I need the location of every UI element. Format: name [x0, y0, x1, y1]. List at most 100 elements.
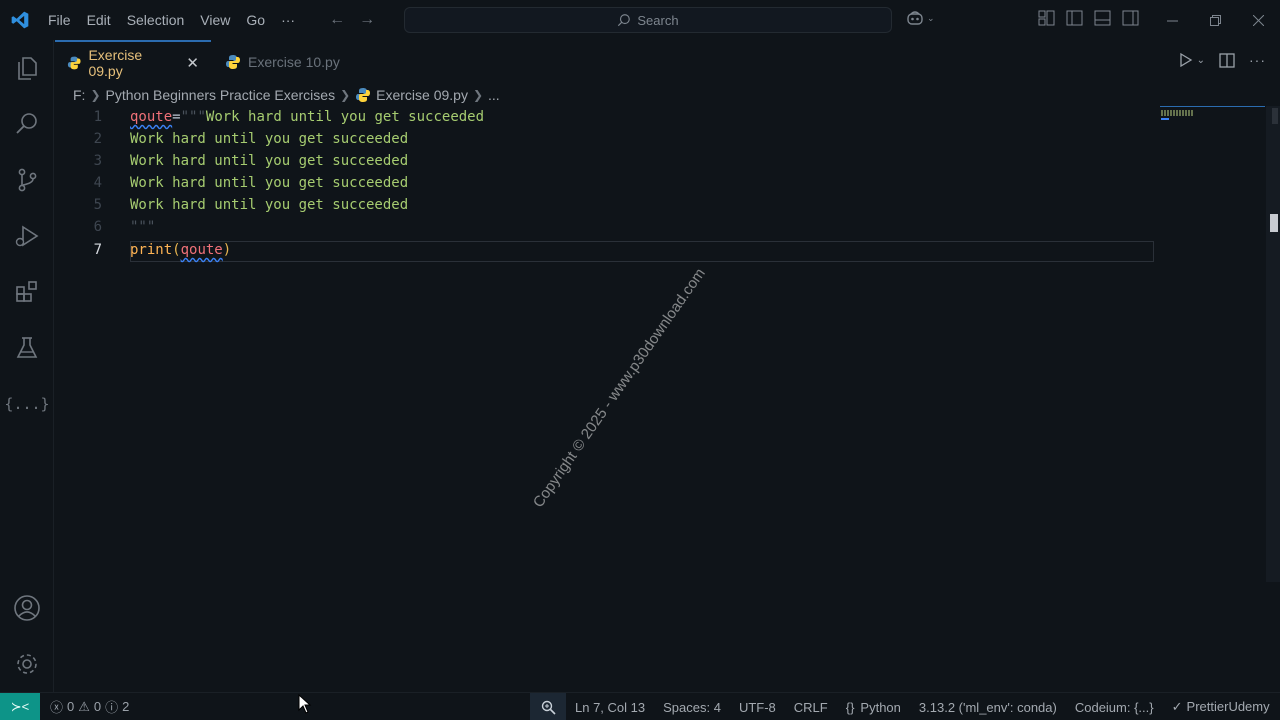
chevron-right-icon: ❯: [90, 88, 101, 102]
window-controls: [1151, 0, 1280, 40]
more-actions-icon[interactable]: ···: [1249, 52, 1266, 68]
restore-button[interactable]: [1194, 0, 1237, 40]
minimap-cursor: [1161, 118, 1169, 120]
menu-edit[interactable]: Edit: [79, 0, 119, 40]
code-text: print(qoute): [130, 242, 232, 258]
source-control-icon[interactable]: [11, 164, 43, 196]
status-bar: ≻< ⓧ 0 ⚠ 0 ⓘ 2 Ln 7, Col 13 Spaces: 4 UT…: [0, 692, 1280, 720]
braces-icon: {}: [845, 699, 855, 715]
minimize-icon: [1167, 20, 1178, 21]
chevron-right-icon: ❯: [472, 88, 484, 102]
search-icon: [618, 14, 631, 27]
tab-label: Exercise 10.py: [248, 53, 340, 70]
toggle-panel-icon[interactable]: [1094, 10, 1111, 26]
vertical-scrollbar[interactable]: [1266, 106, 1280, 582]
restore-icon: [1210, 14, 1221, 26]
forward-arrow-icon[interactable]: →: [359, 11, 375, 29]
menu-bar: File Edit Selection View Go ···: [40, 0, 303, 40]
testing-flask-icon[interactable]: [11, 332, 43, 364]
python-interpreter[interactable]: 3.13.2 ('ml_env': conda): [910, 700, 1066, 715]
search-view-icon[interactable]: [11, 108, 43, 140]
tab-label: Exercise 09.py: [88, 46, 143, 79]
chevron-down-icon[interactable]: ⌄: [1197, 55, 1205, 66]
indentation[interactable]: Spaces: 4: [654, 700, 730, 715]
code-editor[interactable]: 1 qoute="""Work hard until you get succe…: [55, 106, 1155, 276]
error-count: 0: [67, 699, 75, 714]
editor-actions: ⌄ ···: [1179, 52, 1266, 68]
tab-exercise-10[interactable]: Exercise 10.py: [213, 40, 363, 83]
minimize-button[interactable]: [1151, 0, 1194, 40]
code-text: Work hard until you get succeeded: [130, 175, 409, 191]
code-line: 5 Work hard until you get succeeded: [55, 194, 1155, 216]
breadcrumb-folder[interactable]: Python Beginners Practice Exercises: [106, 87, 336, 103]
warning-icon: ⚠: [78, 698, 90, 714]
mouse-pointer-icon: [298, 694, 312, 714]
code-line: 7 print(qoute): [55, 239, 1155, 261]
code-line: 1 qoute="""Work hard until you get succe…: [55, 106, 1155, 128]
python-file-icon: [226, 54, 240, 69]
prettier-status[interactable]: ✓ PrettierUdemy: [1163, 699, 1279, 715]
codeium-status[interactable]: Codeium: {...}: [1066, 700, 1163, 715]
cursor-position[interactable]: Ln 7, Col 13: [566, 700, 654, 715]
code-text: """: [130, 219, 156, 235]
chevron-right-icon: ❯: [340, 88, 351, 102]
code-line: 3 Work hard until you get succeeded: [55, 150, 1155, 172]
scrollbar-cursor-marker: [1270, 214, 1278, 232]
minimap-content: [1161, 110, 1193, 116]
end-of-line[interactable]: CRLF: [785, 700, 837, 715]
close-window-button[interactable]: [1237, 0, 1280, 40]
menu-selection[interactable]: Selection: [119, 0, 193, 40]
title-bar: File Edit Selection View Go ··· ← → Sear…: [0, 0, 1280, 40]
line-number: 5: [93, 197, 102, 213]
extensions-icon[interactable]: [11, 276, 43, 308]
scrollbar-thumb[interactable]: [1272, 108, 1278, 124]
close-tab-icon[interactable]: ✕: [186, 54, 199, 72]
settings-gear-icon[interactable]: [11, 648, 43, 680]
split-editor-icon[interactable]: [1219, 52, 1235, 68]
breadcrumb-drive[interactable]: F:: [73, 87, 85, 103]
line-number: 1: [93, 109, 102, 125]
menu-file[interactable]: File: [40, 0, 79, 40]
vscode-logo-icon[interactable]: [0, 0, 40, 40]
accounts-icon[interactable]: [11, 592, 43, 624]
code-text: Work hard until you get succeeded: [130, 131, 409, 147]
encoding[interactable]: UTF-8: [730, 700, 785, 715]
copilot-button[interactable]: ⌄: [906, 10, 935, 26]
remote-indicator-button[interactable]: ≻<: [0, 692, 40, 720]
back-arrow-icon[interactable]: ←: [329, 11, 345, 29]
activity-bar: {...}: [0, 40, 54, 692]
code-line: 6 """: [55, 216, 1155, 238]
remote-icon: ≻<: [10, 698, 30, 714]
minimap[interactable]: [1160, 106, 1265, 120]
json-braces-icon[interactable]: {...}: [4, 388, 49, 420]
zoom-icon[interactable]: [530, 693, 566, 720]
code-line: 4 Work hard until you get succeeded: [55, 172, 1155, 194]
customize-layout-icon[interactable]: [1038, 10, 1055, 26]
chevron-down-icon: ⌄: [927, 12, 935, 23]
breadcrumb: F: ❯ Python Beginners Practice Exercises…: [73, 84, 500, 106]
menu-go[interactable]: Go: [238, 0, 273, 40]
line-number: 3: [93, 153, 102, 169]
breadcrumb-more[interactable]: ...: [488, 87, 500, 103]
command-center-search[interactable]: Search: [404, 7, 892, 33]
menu-view[interactable]: View: [192, 0, 238, 40]
run-and-debug-icon[interactable]: [11, 220, 43, 252]
line-number: 4: [93, 175, 102, 191]
code-text: Work hard until you get succeeded: [130, 153, 409, 169]
code-text: qoute="""Work hard until you get succeed…: [130, 109, 485, 125]
editor-tab-bar: Exercise 09.py ✕ Exercise 10.py ⌄ ···: [55, 40, 1280, 83]
line-number: 2: [93, 131, 102, 147]
toggle-secondary-sidebar-icon[interactable]: [1122, 10, 1139, 26]
explorer-icon[interactable]: [11, 52, 43, 84]
double-check-icon: ✓: [1171, 699, 1183, 714]
menu-more[interactable]: ···: [273, 0, 303, 40]
language-mode[interactable]: {} Python: [837, 700, 910, 715]
problems-indicator[interactable]: ⓧ 0 ⚠ 0 ⓘ 2: [50, 697, 129, 716]
layout-controls: [1038, 10, 1139, 26]
toggle-primary-sidebar-icon[interactable]: [1066, 10, 1083, 26]
tab-exercise-09[interactable]: Exercise 09.py ✕: [55, 40, 211, 83]
python-file-icon: [356, 88, 371, 102]
warning-count: 0: [93, 699, 102, 714]
run-python-file-icon[interactable]: [1179, 53, 1193, 67]
breadcrumb-file[interactable]: Exercise 09.py: [376, 87, 468, 103]
